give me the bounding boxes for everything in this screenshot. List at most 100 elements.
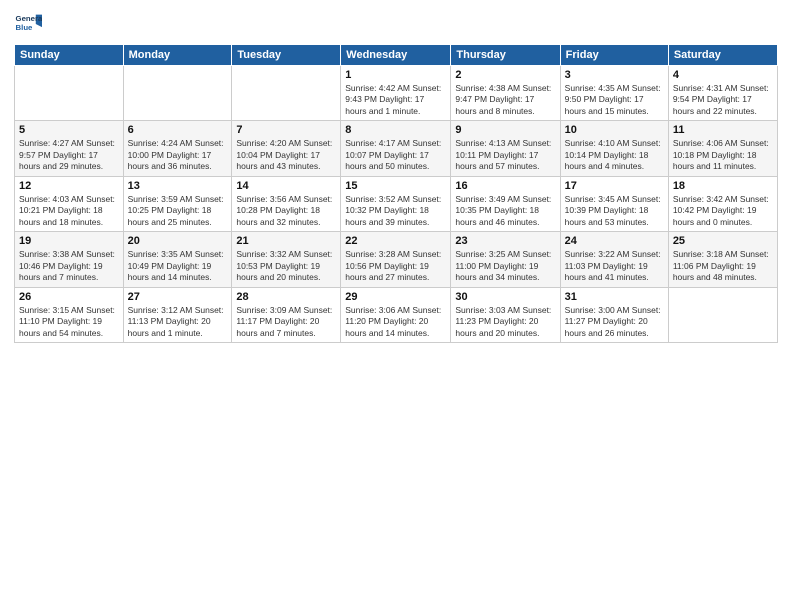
day-cell: 24Sunrise: 3:22 AM Sunset: 11:03 PM Dayl…: [560, 232, 668, 287]
day-cell: 18Sunrise: 3:42 AM Sunset: 10:42 PM Dayl…: [668, 176, 777, 231]
weekday-header-wednesday: Wednesday: [341, 45, 451, 66]
day-info: Sunrise: 3:52 AM Sunset: 10:32 PM Daylig…: [345, 194, 446, 228]
day-number: 14: [236, 180, 336, 192]
day-cell: 31 Sunrise: 3:00 AM Sunset: 11:27 PM Dayl…: [560, 287, 668, 342]
day-cell: [123, 66, 232, 121]
day-number: 30: [455, 291, 555, 303]
day-cell: 11Sunrise: 4:06 AM Sunset: 10:18 PM Dayl…: [668, 121, 777, 176]
day-number: 8: [345, 124, 446, 136]
day-info: Sunrise: 3:45 AM Sunset: 10:39 PM Daylig…: [565, 194, 664, 228]
day-info: Sunrise: 3:56 AM Sunset: 10:28 PM Daylig…: [236, 194, 336, 228]
week-row-5: 26 Sunrise: 3:15 AM Sunset: 11:10 PM Dayl…: [15, 287, 778, 342]
day-cell: 20 Sunrise: 3:35 AM Sunset: 10:49 PM Dayl…: [123, 232, 232, 287]
day-info: Sunrise: 4:35 AM Sunset: 9:50 PM Dayligh…: [565, 83, 664, 117]
day-cell: 6 Sunrise: 4:24 AM Sunset: 10:00 PM Dayli…: [123, 121, 232, 176]
day-number: 24: [565, 235, 664, 247]
day-cell: 13 Sunrise: 3:59 AM Sunset: 10:25 PM Dayl…: [123, 176, 232, 231]
day-info: Sunrise: 3:49 AM Sunset: 10:35 PM Daylig…: [455, 194, 555, 228]
day-number: 22: [345, 235, 446, 247]
day-cell: [668, 287, 777, 342]
week-row-1: 1 Sunrise: 4:42 AM Sunset: 9:43 PM Daylig…: [15, 66, 778, 121]
day-info: Sunrise: 4:27 AM Sunset: 9:57 PM Dayligh…: [19, 138, 119, 172]
day-info: Sunrise: 4:31 AM Sunset: 9:54 PM Dayligh…: [673, 83, 773, 117]
day-number: 13: [128, 180, 228, 192]
day-number: 25: [673, 235, 773, 247]
day-cell: 30 Sunrise: 3:03 AM Sunset: 11:23 PM Dayl…: [451, 287, 560, 342]
day-info: Sunrise: 4:24 AM Sunset: 10:00 PM Daylig…: [128, 138, 228, 172]
day-number: 12: [19, 180, 119, 192]
weekday-header-monday: Monday: [123, 45, 232, 66]
day-number: 15: [345, 180, 446, 192]
day-info: Sunrise: 4:42 AM Sunset: 9:43 PM Dayligh…: [345, 83, 446, 117]
page: General Blue SundayMondayTuesdayWednesda…: [0, 0, 792, 353]
day-info: Sunrise: 4:38 AM Sunset: 9:47 PM Dayligh…: [455, 83, 555, 117]
svg-text:General: General: [16, 14, 42, 23]
week-row-3: 12 Sunrise: 4:03 AM Sunset: 10:21 PM Dayl…: [15, 176, 778, 231]
day-cell: 27 Sunrise: 3:12 AM Sunset: 11:13 PM Dayl…: [123, 287, 232, 342]
day-info: Sunrise: 4:10 AM Sunset: 10:14 PM Daylig…: [565, 138, 664, 172]
day-info: Sunrise: 3:12 AM Sunset: 11:13 PM Daylig…: [128, 305, 228, 339]
day-cell: 16Sunrise: 3:49 AM Sunset: 10:35 PM Dayl…: [451, 176, 560, 231]
day-number: 1: [345, 69, 446, 81]
day-number: 10: [565, 124, 664, 136]
day-number: 26: [19, 291, 119, 303]
day-info: Sunrise: 3:15 AM Sunset: 11:10 PM Daylig…: [19, 305, 119, 339]
day-cell: 8 Sunrise: 4:17 AM Sunset: 10:07 PM Dayli…: [341, 121, 451, 176]
day-cell: [232, 66, 341, 121]
day-cell: 3 Sunrise: 4:35 AM Sunset: 9:50 PM Daylig…: [560, 66, 668, 121]
day-info: Sunrise: 3:25 AM Sunset: 11:00 PM Daylig…: [455, 249, 555, 283]
day-number: 20: [128, 235, 228, 247]
day-info: Sunrise: 3:00 AM Sunset: 11:27 PM Daylig…: [565, 305, 664, 339]
day-number: 21: [236, 235, 336, 247]
day-cell: 29 Sunrise: 3:06 AM Sunset: 11:20 PM Dayl…: [341, 287, 451, 342]
day-cell: 22Sunrise: 3:28 AM Sunset: 10:56 PM Dayl…: [341, 232, 451, 287]
day-info: Sunrise: 3:18 AM Sunset: 11:06 PM Daylig…: [673, 249, 773, 283]
weekday-header-tuesday: Tuesday: [232, 45, 341, 66]
weekday-header-thursday: Thursday: [451, 45, 560, 66]
day-info: Sunrise: 3:03 AM Sunset: 11:23 PM Daylig…: [455, 305, 555, 339]
day-cell: 28Sunrise: 3:09 AM Sunset: 11:17 PM Dayl…: [232, 287, 341, 342]
day-info: Sunrise: 3:09 AM Sunset: 11:17 PM Daylig…: [236, 305, 336, 339]
day-cell: 7 Sunrise: 4:20 AM Sunset: 10:04 PM Dayli…: [232, 121, 341, 176]
day-number: 2: [455, 69, 555, 81]
day-number: 18: [673, 180, 773, 192]
day-info: Sunrise: 4:06 AM Sunset: 10:18 PM Daylig…: [673, 138, 773, 172]
day-info: Sunrise: 4:20 AM Sunset: 10:04 PM Daylig…: [236, 138, 336, 172]
day-cell: 15 Sunrise: 3:52 AM Sunset: 10:32 PM Dayl…: [341, 176, 451, 231]
header: General Blue: [14, 10, 778, 38]
day-cell: 26 Sunrise: 3:15 AM Sunset: 11:10 PM Dayl…: [15, 287, 124, 342]
day-info: Sunrise: 3:59 AM Sunset: 10:25 PM Daylig…: [128, 194, 228, 228]
day-info: Sunrise: 3:35 AM Sunset: 10:49 PM Daylig…: [128, 249, 228, 283]
day-number: 5: [19, 124, 119, 136]
day-number: 23: [455, 235, 555, 247]
day-number: 31: [565, 291, 664, 303]
day-cell: 10 Sunrise: 4:10 AM Sunset: 10:14 PM Dayl…: [560, 121, 668, 176]
week-row-4: 19Sunrise: 3:38 AM Sunset: 10:46 PM Dayl…: [15, 232, 778, 287]
weekday-header-saturday: Saturday: [668, 45, 777, 66]
day-info: Sunrise: 4:13 AM Sunset: 10:11 PM Daylig…: [455, 138, 555, 172]
week-row-2: 5 Sunrise: 4:27 AM Sunset: 9:57 PM Daylig…: [15, 121, 778, 176]
day-cell: [15, 66, 124, 121]
day-info: Sunrise: 4:03 AM Sunset: 10:21 PM Daylig…: [19, 194, 119, 228]
day-cell: 23 Sunrise: 3:25 AM Sunset: 11:00 PM Dayl…: [451, 232, 560, 287]
day-cell: 2 Sunrise: 4:38 AM Sunset: 9:47 PM Daylig…: [451, 66, 560, 121]
day-number: 27: [128, 291, 228, 303]
day-cell: 14 Sunrise: 3:56 AM Sunset: 10:28 PM Dayl…: [232, 176, 341, 231]
day-info: Sunrise: 3:32 AM Sunset: 10:53 PM Daylig…: [236, 249, 336, 283]
day-cell: 12 Sunrise: 4:03 AM Sunset: 10:21 PM Dayl…: [15, 176, 124, 231]
day-info: Sunrise: 3:06 AM Sunset: 11:20 PM Daylig…: [345, 305, 446, 339]
day-number: 4: [673, 69, 773, 81]
day-cell: 19Sunrise: 3:38 AM Sunset: 10:46 PM Dayl…: [15, 232, 124, 287]
day-cell: 9Sunrise: 4:13 AM Sunset: 10:11 PM Dayli…: [451, 121, 560, 176]
svg-text:Blue: Blue: [16, 23, 34, 32]
day-cell: 5 Sunrise: 4:27 AM Sunset: 9:57 PM Daylig…: [15, 121, 124, 176]
day-cell: 4 Sunrise: 4:31 AM Sunset: 9:54 PM Daylig…: [668, 66, 777, 121]
day-number: 3: [565, 69, 664, 81]
day-number: 29: [345, 291, 446, 303]
day-cell: 21 Sunrise: 3:32 AM Sunset: 10:53 PM Dayl…: [232, 232, 341, 287]
day-number: 6: [128, 124, 228, 136]
weekday-header-row: SundayMondayTuesdayWednesdayThursdayFrid…: [15, 45, 778, 66]
weekday-header-friday: Friday: [560, 45, 668, 66]
day-info: Sunrise: 4:17 AM Sunset: 10:07 PM Daylig…: [345, 138, 446, 172]
day-number: 7: [236, 124, 336, 136]
